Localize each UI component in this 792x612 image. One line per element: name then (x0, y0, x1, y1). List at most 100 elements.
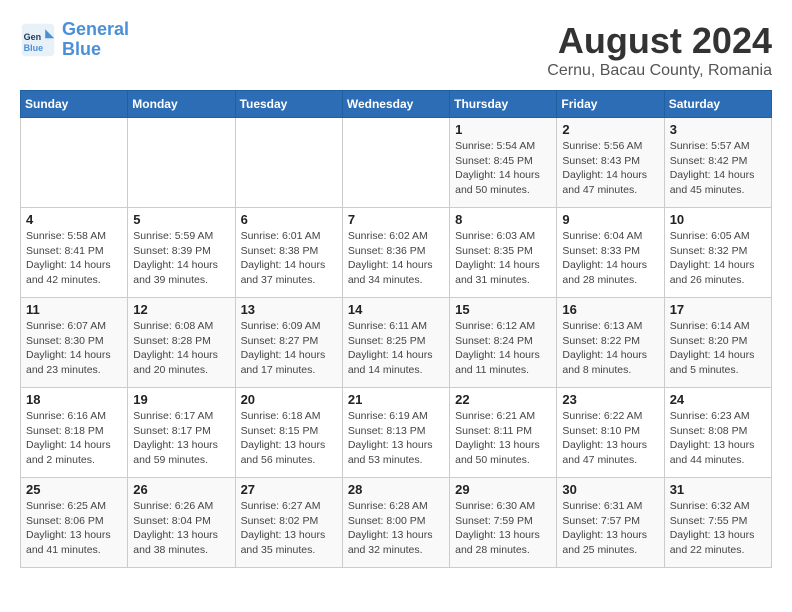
day-info: Sunrise: 6:26 AM Sunset: 8:04 PM Dayligh… (133, 499, 229, 558)
calendar-cell: 24Sunrise: 6:23 AM Sunset: 8:08 PM Dayli… (664, 388, 771, 478)
calendar-cell: 23 Sunrise: 6:22 AM Sunset: 8:10 PM Dayli… (557, 388, 664, 478)
calendar-cell: 10 Sunrise: 6:05 AM Sunset: 8:32 PM Dayli… (664, 208, 771, 298)
day-number: 28 (348, 482, 444, 497)
day-info: Sunrise: 5:56 AM Sunset: 8:43 PM Dayligh… (562, 139, 658, 198)
calendar-week-row: 1 Sunrise: 5:54 AM Sunset: 8:45 PM Daylig… (21, 118, 772, 208)
day-info: Sunrise: 6:14 AM Sunset: 8:20 PM Dayligh… (670, 319, 766, 378)
day-info: Sunrise: 6:01 AM Sunset: 8:38 PM Dayligh… (241, 229, 337, 288)
calendar-cell: 31Sunrise: 6:32 AM Sunset: 7:55 PM Dayli… (664, 478, 771, 568)
calendar-cell: 7Sunrise: 6:02 AM Sunset: 8:36 PM Daylig… (342, 208, 449, 298)
weekday-header-cell: Wednesday (342, 91, 449, 118)
calendar-cell: 16Sunrise: 6:13 AM Sunset: 8:22 PM Dayli… (557, 298, 664, 388)
day-number: 10 (670, 212, 766, 227)
day-info: Sunrise: 6:03 AM Sunset: 8:35 PM Dayligh… (455, 229, 551, 288)
subtitle: Cernu, Bacau County, Romania (547, 62, 772, 80)
calendar-cell: 6 Sunrise: 6:01 AM Sunset: 8:38 PM Daylig… (235, 208, 342, 298)
day-info: Sunrise: 6:27 AM Sunset: 8:02 PM Dayligh… (241, 499, 337, 558)
weekday-header-row: SundayMondayTuesdayWednesdayThursdayFrid… (21, 91, 772, 118)
calendar-cell: 27 Sunrise: 6:27 AM Sunset: 8:02 PM Dayli… (235, 478, 342, 568)
day-number: 5 (133, 212, 229, 227)
calendar-week-row: 11 Sunrise: 6:07 AM Sunset: 8:30 PM Dayli… (21, 298, 772, 388)
day-info: Sunrise: 6:32 AM Sunset: 7:55 PM Dayligh… (670, 499, 766, 558)
calendar-cell: 9 Sunrise: 6:04 AM Sunset: 8:33 PM Daylig… (557, 208, 664, 298)
calendar-cell: 28 Sunrise: 6:28 AM Sunset: 8:00 PM Dayli… (342, 478, 449, 568)
day-number: 13 (241, 302, 337, 317)
calendar-cell (21, 118, 128, 208)
day-number: 3 (670, 122, 766, 137)
calendar-cell: 25 Sunrise: 6:25 AM Sunset: 8:06 PM Dayli… (21, 478, 128, 568)
calendar-cell: 13 Sunrise: 6:09 AM Sunset: 8:27 PM Dayli… (235, 298, 342, 388)
calendar-week-row: 4 Sunrise: 5:58 AM Sunset: 8:41 PM Daylig… (21, 208, 772, 298)
calendar-cell: 12Sunrise: 6:08 AM Sunset: 8:28 PM Dayli… (128, 298, 235, 388)
day-number: 8 (455, 212, 551, 227)
day-number: 11 (26, 302, 122, 317)
day-info: Sunrise: 5:58 AM Sunset: 8:41 PM Dayligh… (26, 229, 122, 288)
day-info: Sunrise: 6:11 AM Sunset: 8:25 PM Dayligh… (348, 319, 444, 378)
page-header: Gen Blue General Blue August 2024 Cernu,… (20, 20, 772, 80)
calendar-cell: 26 Sunrise: 6:26 AM Sunset: 8:04 PM Dayli… (128, 478, 235, 568)
day-info: Sunrise: 6:02 AM Sunset: 8:36 PM Dayligh… (348, 229, 444, 288)
calendar-cell: 20 Sunrise: 6:18 AM Sunset: 8:15 PM Dayli… (235, 388, 342, 478)
day-number: 6 (241, 212, 337, 227)
day-number: 16 (562, 302, 658, 317)
day-info: Sunrise: 6:17 AM Sunset: 8:17 PM Dayligh… (133, 409, 229, 468)
calendar-cell: 4 Sunrise: 5:58 AM Sunset: 8:41 PM Daylig… (21, 208, 128, 298)
day-info: Sunrise: 5:57 AM Sunset: 8:42 PM Dayligh… (670, 139, 766, 198)
calendar-week-row: 18Sunrise: 6:16 AM Sunset: 8:18 PM Dayli… (21, 388, 772, 478)
day-number: 15 (455, 302, 551, 317)
day-info: Sunrise: 5:54 AM Sunset: 8:45 PM Dayligh… (455, 139, 551, 198)
weekday-header-cell: Friday (557, 91, 664, 118)
day-number: 20 (241, 392, 337, 407)
main-title: August 2024 (547, 20, 772, 62)
weekday-header-cell: Monday (128, 91, 235, 118)
day-info: Sunrise: 6:05 AM Sunset: 8:32 PM Dayligh… (670, 229, 766, 288)
logo: Gen Blue General Blue (20, 20, 129, 60)
svg-text:Gen: Gen (24, 32, 42, 42)
calendar-cell: 8 Sunrise: 6:03 AM Sunset: 8:35 PM Daylig… (450, 208, 557, 298)
calendar-cell: 29Sunrise: 6:30 AM Sunset: 7:59 PM Dayli… (450, 478, 557, 568)
day-number: 26 (133, 482, 229, 497)
day-info: Sunrise: 6:31 AM Sunset: 7:57 PM Dayligh… (562, 499, 658, 558)
day-number: 21 (348, 392, 444, 407)
day-number: 14 (348, 302, 444, 317)
calendar-cell: 3 Sunrise: 5:57 AM Sunset: 8:42 PM Daylig… (664, 118, 771, 208)
weekday-header-cell: Tuesday (235, 91, 342, 118)
day-info: Sunrise: 6:21 AM Sunset: 8:11 PM Dayligh… (455, 409, 551, 468)
calendar-cell: 11 Sunrise: 6:07 AM Sunset: 8:30 PM Dayli… (21, 298, 128, 388)
calendar-cell: 30 Sunrise: 6:31 AM Sunset: 7:57 PM Dayli… (557, 478, 664, 568)
day-number: 2 (562, 122, 658, 137)
day-number: 23 (562, 392, 658, 407)
day-number: 9 (562, 212, 658, 227)
day-info: Sunrise: 6:25 AM Sunset: 8:06 PM Dayligh… (26, 499, 122, 558)
weekday-header-cell: Sunday (21, 91, 128, 118)
day-number: 19 (133, 392, 229, 407)
day-number: 27 (241, 482, 337, 497)
calendar-cell: 21 Sunrise: 6:19 AM Sunset: 8:13 PM Dayli… (342, 388, 449, 478)
calendar-week-row: 25 Sunrise: 6:25 AM Sunset: 8:06 PM Dayli… (21, 478, 772, 568)
calendar-cell: 18Sunrise: 6:16 AM Sunset: 8:18 PM Dayli… (21, 388, 128, 478)
calendar-table: SundayMondayTuesdayWednesdayThursdayFrid… (20, 90, 772, 568)
day-info: Sunrise: 6:18 AM Sunset: 8:15 PM Dayligh… (241, 409, 337, 468)
day-number: 1 (455, 122, 551, 137)
day-info: Sunrise: 6:04 AM Sunset: 8:33 PM Dayligh… (562, 229, 658, 288)
day-number: 25 (26, 482, 122, 497)
calendar-cell: 19 Sunrise: 6:17 AM Sunset: 8:17 PM Dayli… (128, 388, 235, 478)
calendar-cell: 2 Sunrise: 5:56 AM Sunset: 8:43 PM Daylig… (557, 118, 664, 208)
day-info: Sunrise: 6:28 AM Sunset: 8:00 PM Dayligh… (348, 499, 444, 558)
day-number: 4 (26, 212, 122, 227)
calendar-body: 1 Sunrise: 5:54 AM Sunset: 8:45 PM Daylig… (21, 118, 772, 568)
day-info: Sunrise: 6:12 AM Sunset: 8:24 PM Dayligh… (455, 319, 551, 378)
day-info: Sunrise: 5:59 AM Sunset: 8:39 PM Dayligh… (133, 229, 229, 288)
day-number: 12 (133, 302, 229, 317)
calendar-cell (235, 118, 342, 208)
day-info: Sunrise: 6:16 AM Sunset: 8:18 PM Dayligh… (26, 409, 122, 468)
day-number: 30 (562, 482, 658, 497)
day-info: Sunrise: 6:19 AM Sunset: 8:13 PM Dayligh… (348, 409, 444, 468)
day-info: Sunrise: 6:07 AM Sunset: 8:30 PM Dayligh… (26, 319, 122, 378)
day-info: Sunrise: 6:09 AM Sunset: 8:27 PM Dayligh… (241, 319, 337, 378)
day-info: Sunrise: 6:23 AM Sunset: 8:08 PM Dayligh… (670, 409, 766, 468)
svg-text:Blue: Blue (24, 43, 44, 53)
weekday-header-cell: Saturday (664, 91, 771, 118)
day-info: Sunrise: 6:22 AM Sunset: 8:10 PM Dayligh… (562, 409, 658, 468)
title-block: August 2024 Cernu, Bacau County, Romania (547, 20, 772, 80)
